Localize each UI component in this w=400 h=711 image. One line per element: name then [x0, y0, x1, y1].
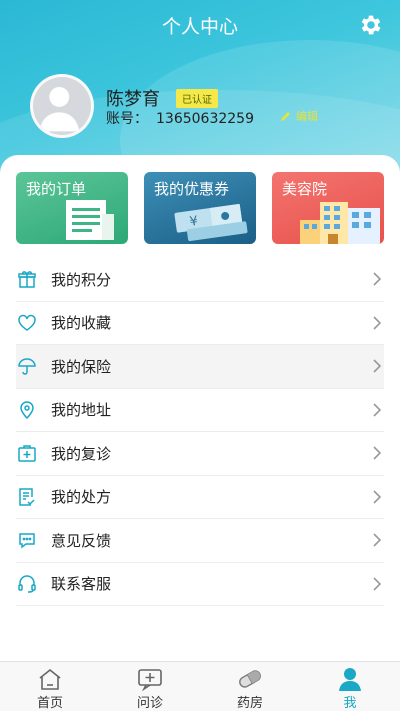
menu-item-follow-up[interactable]: 我的复诊 [16, 432, 384, 476]
nav-label: 我 [343, 696, 357, 711]
nav-home[interactable]: 首页 [0, 662, 100, 711]
headset-icon [16, 573, 38, 595]
nav-label: 问诊 [136, 696, 163, 711]
document-icon [66, 200, 114, 240]
tile-label: 我的优惠券 [154, 180, 230, 198]
umbrella-icon [16, 355, 38, 377]
tile-my-orders[interactable]: 我的订单 [16, 172, 128, 244]
home-icon [39, 668, 61, 690]
account-number: 13650632259 [156, 111, 254, 127]
chevron-right-icon [373, 359, 382, 373]
menu-item-label: 联系客服 [51, 575, 112, 594]
user-silhouette-icon [39, 86, 80, 132]
building-icon [300, 202, 380, 244]
nav-label: 药房 [236, 696, 263, 711]
tile-beauty-salon[interactable]: 美容院 [272, 172, 384, 244]
nav-pharmacy[interactable]: 药房 [200, 662, 300, 711]
chevron-right-icon [373, 533, 382, 547]
consult-icon [138, 669, 162, 691]
verified-badge: 已认证 [176, 89, 218, 108]
menu-item-insurance[interactable]: 我的保险 [16, 345, 384, 389]
chevron-right-icon [373, 272, 382, 286]
chevron-right-icon [373, 576, 382, 591]
menu-item-points[interactable]: 我的积分 [16, 258, 384, 302]
menu-item-customer-service[interactable]: 联系客服 [16, 563, 384, 606]
pencil-icon [281, 112, 290, 121]
chat-bubble-icon [16, 529, 38, 551]
menu-item-label: 我的复诊 [51, 444, 112, 463]
nav-me[interactable]: 我 [300, 662, 400, 711]
nav-label: 首页 [36, 696, 63, 711]
coupon-ticket-icon: ¥ [174, 203, 248, 242]
tile-my-coupons[interactable]: 我的优惠券 ¥ [144, 172, 256, 244]
menu-item-address[interactable]: 我的地址 [16, 389, 384, 432]
user-icon [339, 668, 361, 691]
prescription-icon [16, 486, 38, 508]
menu-item-label: 意见反馈 [51, 531, 112, 550]
menu-list: 我的积分 我的收藏 我的保险 我的地址 我的复诊 我的处方 意见反馈 联系客服 [16, 258, 384, 606]
chevron-right-icon [373, 489, 382, 504]
menu-item-prescription[interactable]: 我的处方 [16, 476, 384, 519]
account-info: 账号： 13650632259 [106, 108, 254, 128]
medical-kit-icon [16, 442, 38, 464]
edit-profile-button[interactable]: 编辑 [280, 108, 318, 124]
chevron-right-icon [373, 446, 382, 460]
heart-icon [16, 312, 38, 334]
menu-item-label: 我的保险 [51, 357, 112, 376]
nav-consult[interactable]: 问诊 [100, 662, 200, 711]
shortcut-tiles: 我的订单 我的优惠券 ¥ 美容院 [16, 172, 384, 244]
menu-item-label: 我的处方 [51, 488, 112, 507]
gift-icon [16, 268, 38, 290]
account-label: 账号： [106, 111, 148, 127]
menu-item-label: 我的地址 [51, 401, 112, 420]
menu-item-label: 我的积分 [51, 270, 112, 289]
page-title: 个人中心 [161, 16, 238, 38]
chevron-right-icon [373, 315, 382, 330]
pill-icon [239, 670, 261, 688]
gear-icon[interactable] [358, 12, 384, 38]
menu-item-label: 我的收藏 [51, 314, 112, 333]
bottom-nav: 首页 问诊 药房 我 [0, 661, 400, 711]
menu-item-feedback[interactable]: 意见反馈 [16, 519, 384, 563]
chevron-right-icon [373, 402, 382, 417]
location-pin-icon [16, 399, 38, 421]
avatar[interactable] [30, 74, 94, 138]
edit-label: 编辑 [296, 110, 318, 123]
menu-item-favorites[interactable]: 我的收藏 [16, 302, 384, 345]
